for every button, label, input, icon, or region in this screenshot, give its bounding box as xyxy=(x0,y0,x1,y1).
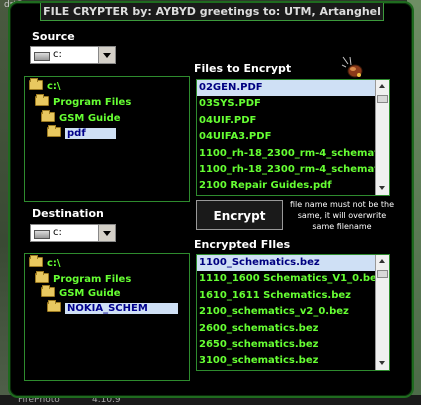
encrypt-button[interactable]: Encrypt xyxy=(196,200,283,230)
list-item[interactable]: 1100_rh-18_2300_rm-4_schematics xyxy=(197,146,375,162)
scroll-up-icon[interactable] xyxy=(376,80,389,93)
scroll-down-icon[interactable] xyxy=(376,357,389,370)
list-item[interactable]: 2100_schematics_v2_0.bez xyxy=(197,304,375,320)
encrypted-list-scrollbar[interactable] xyxy=(375,255,389,370)
files-to-encrypt-list[interactable]: 02GEN.PDF 03SYS.PDF 04UIF.PDF 04UIFA3.PDF 11… xyxy=(196,79,390,196)
list-item[interactable]: 2100 Repair Guides.pdf xyxy=(197,178,375,194)
drive-icon xyxy=(34,52,50,61)
files-to-encrypt-label: Files to Encrypt xyxy=(194,62,292,75)
tree-item[interactable]: c:\ xyxy=(29,78,61,94)
folder-icon xyxy=(35,94,49,106)
list-item[interactable]: 2600_schematics.bez xyxy=(197,321,375,337)
scroll-thumb[interactable] xyxy=(377,270,388,278)
list-item[interactable]: 2650_schematics.bez xyxy=(197,337,375,353)
list-item[interactable]: 04UIF.PDF xyxy=(197,113,375,129)
source-folder-tree[interactable]: c:\ Program Files GSM Guide pdf xyxy=(24,76,190,202)
folder-icon xyxy=(29,255,43,267)
tree-item[interactable]: c:\ xyxy=(29,255,61,271)
list-item[interactable]: 1610_1611 Schematics.bez xyxy=(197,288,375,304)
source-drive-select[interactable]: c: xyxy=(30,46,116,64)
window-title[interactable]: FILE CRYPTER by: AYBYD greetings to: UTM… xyxy=(40,3,384,21)
list-item[interactable]: 03SYS.PDF xyxy=(197,96,375,112)
destination-drive-select[interactable]: c: xyxy=(30,224,116,242)
folder-icon xyxy=(29,78,43,90)
list-item[interactable]: 1100_rh-18_2300_rm-4_schematics xyxy=(197,162,375,178)
list-item[interactable]: 02GEN.PDF xyxy=(197,80,375,97)
scroll-down-icon[interactable] xyxy=(376,182,389,195)
list-item[interactable]: 1100_Schematics.bez xyxy=(197,255,375,272)
folder-icon xyxy=(41,110,55,122)
folder-open-icon xyxy=(47,125,61,137)
folder-open-icon xyxy=(47,300,61,312)
tree-item-selected[interactable]: pdf xyxy=(47,125,116,141)
bug-logo-icon xyxy=(341,56,363,78)
scroll-thumb[interactable] xyxy=(377,95,388,103)
destination-drive-value: c: xyxy=(53,227,62,238)
list-item[interactable]: 1110_1600 Schematics_V1_0.bez xyxy=(197,271,375,287)
drive-icon xyxy=(34,230,50,239)
source-label: Source xyxy=(32,30,75,43)
encrypted-files-list[interactable]: 1100_Schematics.bez 1110_1600 Schematics_… xyxy=(196,254,390,371)
overwrite-warning-text: file name must not be the same, it will … xyxy=(290,200,394,231)
chevron-down-icon[interactable] xyxy=(98,225,115,241)
destination-label: Destination xyxy=(32,207,104,220)
scroll-up-icon[interactable] xyxy=(376,255,389,268)
tree-item-selected[interactable]: NOKIA_SCHEM xyxy=(47,300,179,316)
list-item[interactable]: 04UIFA3.PDF xyxy=(197,129,375,145)
files-list-scrollbar[interactable] xyxy=(375,80,389,195)
tree-item[interactable]: GSM Guide xyxy=(41,285,121,301)
encrypted-files-items: 1100_Schematics.bez 1110_1600 Schematics_… xyxy=(197,255,389,370)
file-crypter-window: FILE CRYPTER by: AYBYD greetings to: UTM… xyxy=(8,1,414,398)
chevron-down-icon[interactable] xyxy=(98,47,115,63)
tree-item[interactable]: GSM Guide xyxy=(41,110,121,126)
list-item[interactable]: 3100_schematics.bez xyxy=(197,353,375,369)
tree-item[interactable]: Program Files xyxy=(35,94,131,110)
folder-icon xyxy=(41,285,55,297)
encrypted-files-label: Encrypted FIles xyxy=(194,238,291,251)
source-drive-value: c: xyxy=(53,49,62,60)
folder-icon xyxy=(35,271,49,283)
files-to-encrypt-items: 02GEN.PDF 03SYS.PDF 04UIF.PDF 04UIFA3.PDF 11… xyxy=(197,80,389,195)
destination-folder-tree[interactable]: c:\ Program Files GSM Guide NOKIA_SCHEM xyxy=(24,253,190,381)
